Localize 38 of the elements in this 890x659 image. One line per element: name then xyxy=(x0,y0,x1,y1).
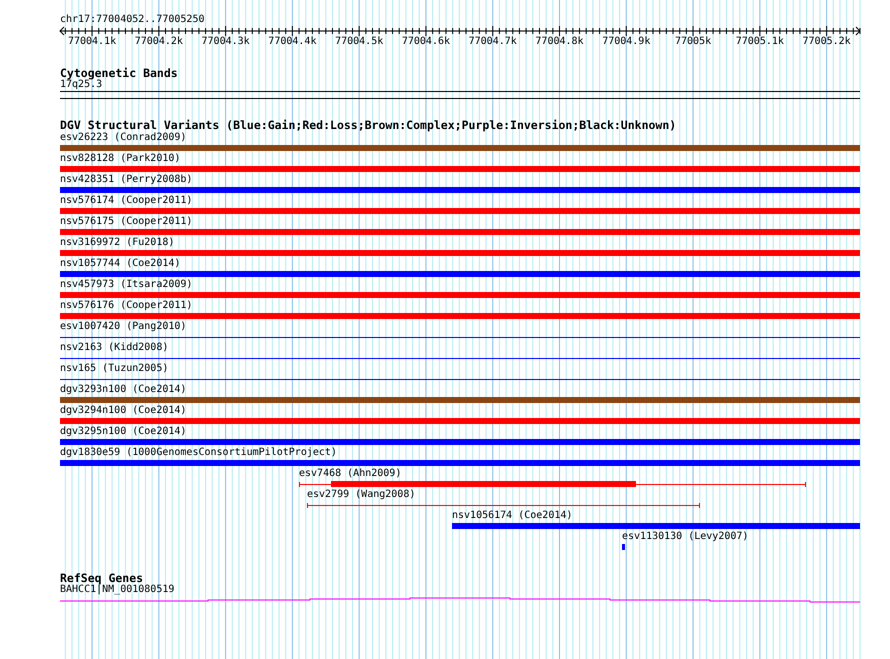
track-title: Cytogenetic Bands xyxy=(60,67,179,79)
tick-label: 77004.5k xyxy=(335,36,384,47)
feature-label: nsv576176 (Cooper2011) xyxy=(60,300,192,312)
feature-label: nsv828128 (Park2010) xyxy=(60,153,180,165)
feature-label: dgv3293n100 (Coe2014) xyxy=(60,384,186,396)
feature-label: esv1130130 (Levy2007) xyxy=(622,531,748,543)
tick-label: 77004.6k xyxy=(402,36,450,47)
feature-label: nsv1056174 (Coe2014) xyxy=(452,510,572,522)
feature-label: esv1007420 (Pang2010) xyxy=(60,321,186,333)
track-title: RefSeq Genes xyxy=(60,572,144,584)
feature-label: nsv428351 (Perry2008b) xyxy=(60,174,192,186)
tick-label: 77004.7k xyxy=(468,36,517,47)
feature-label: dgv3295n100 (Coe2014) xyxy=(60,426,186,438)
tick-label: 77005k xyxy=(675,36,712,47)
feature-label: esv7468 (Ahn2009) xyxy=(299,468,402,480)
feature-label: nsv457973 (Itsara2009) xyxy=(60,279,192,291)
tick-label: 77004.1k xyxy=(68,36,116,47)
feature-label: dgv1830e59 (1000GenomesConsortiumPilotProject) xyxy=(60,447,337,459)
tick-label: 77004.3k xyxy=(202,36,250,47)
feature-label: nsv576174 (Cooper2011) xyxy=(60,195,192,207)
feature-label: nsv1057744 (Coe2014) xyxy=(60,258,180,270)
gene-label: BAHCC1|NM_001080519 xyxy=(60,584,176,596)
track-title: DGV Structural Variants (Blue:Gain;Red:Loss;Brown:Complex;Purple:Inversion;Black:Unknown) xyxy=(60,119,678,132)
feature-label: dgv3294n100 (Coe2014) xyxy=(60,405,186,417)
tick-label: 77005.2k xyxy=(802,36,851,47)
locus-label: chr17:77004052..77005250 xyxy=(60,14,206,26)
tick-label: 77004.9k xyxy=(602,36,650,47)
feature-label: nsv2163 (Kidd2008) xyxy=(60,342,168,354)
tick-label: 77004.4k xyxy=(268,36,316,47)
tick-label: 77004.8k xyxy=(535,36,584,47)
feature-label: esv2799 (Wang2008) xyxy=(307,489,416,501)
feature-label: esv26223 (Conrad2009) xyxy=(60,132,186,144)
feature-label: nsv576175 (Cooper2011) xyxy=(60,216,192,228)
tick-label: 77005.1k xyxy=(736,36,784,47)
tick-label: 77004.2k xyxy=(134,36,183,47)
feature-label: nsv165 (Tuzun2005) xyxy=(60,363,168,375)
band-label: 17q25.3 xyxy=(60,79,102,91)
feature-label: nsv3169972 (Fu2018) xyxy=(60,237,174,249)
